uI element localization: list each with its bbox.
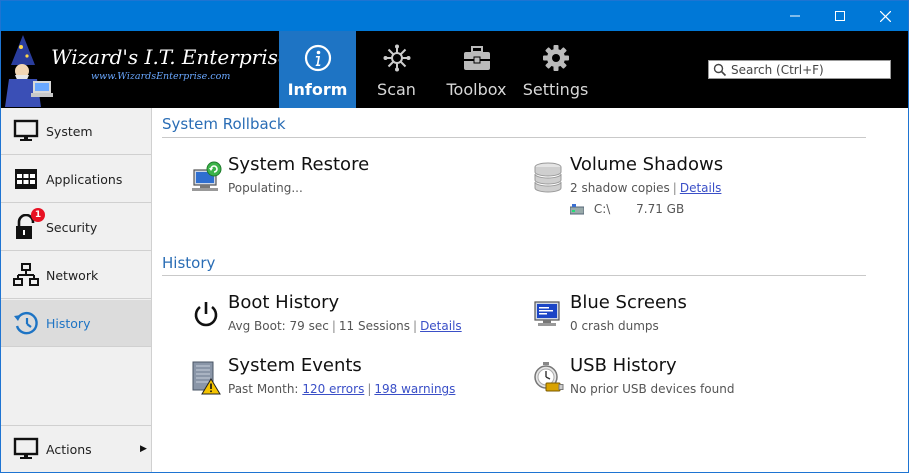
tab-label: Inform [287,80,348,99]
card-title: System Restore [228,154,370,175]
sidebar-item-label: Security [46,219,98,235]
shadow-copy-count: 2 shadow copies [570,181,670,195]
blue-screens-card: Blue Screens 0 crash dumps [532,292,862,338]
logo-url: www.WizardsEnterprise.com [91,71,231,82]
volume-shadows-card: Volume Shadows 2 shadow copies | Details C… [532,154,862,220]
system-restore-icon [192,161,222,191]
sidebar-item-history[interactable]: History [1,300,151,347]
tab-label: Scan [377,80,416,99]
drive-icon [569,204,585,215]
card-status: Avg Boot: 79 sec | 11 Sessions | Details [228,319,462,333]
search-icon [713,63,727,76]
system-events-card: System Events Past Month: 120 errors | 198… [190,355,520,401]
tab-settings[interactable]: Settings [517,31,594,108]
sidebar-item-label: Applications [46,171,123,187]
tab-label: Settings [522,80,589,99]
card-status: 2 shadow copies | Details [570,181,721,195]
card-status: Populating... [228,181,303,195]
main-content: System Rollback System Restore Populatin… [152,108,908,472]
blue-screen-monitor-icon [534,301,560,326]
toolbox-icon [463,46,490,70]
sidebar-item-label: Actions [46,441,92,457]
sidebar: System Applications 1 Security Network H… [1,108,152,472]
section-title: System Rollback [162,115,286,133]
virus-scan-icon [383,44,410,72]
sidebar-item-label: History [46,315,91,331]
close-icon [879,10,891,22]
sidebar-actions[interactable]: Actions ▶ [1,425,151,472]
usb-stopwatch-icon [534,362,564,392]
notification-badge: 1 [31,208,45,222]
card-title: Blue Screens [570,292,687,313]
sidebar-item-applications[interactable]: Applications [1,156,151,203]
sidebar-item-label: System [46,123,93,139]
chevron-right-icon: ▶ [140,444,147,454]
warnings-link[interactable]: 198 warnings [374,382,455,396]
history-icon [14,311,38,335]
title-bar [1,1,908,31]
search-box [708,60,891,79]
tab-scan[interactable]: Scan [358,31,435,108]
sidebar-item-system[interactable]: System [1,108,151,155]
drive-letter: C:\ [593,202,611,216]
section-divider [162,275,866,276]
disk-stack-icon [534,162,562,193]
event-log-warning-icon [192,361,221,395]
period-label: Past Month: [228,382,299,396]
separator: | [672,181,677,195]
boot-history-card: Boot History Avg Boot: 79 sec | 11 Session… [190,292,520,338]
card-title: USB History [570,355,677,376]
tab-label: Toolbox [446,80,507,99]
applications-icon [15,169,37,189]
card-status: 0 crash dumps [570,319,659,333]
system-restore-card: System Restore Populating... [190,154,520,200]
boot-history-details-link[interactable]: Details [420,319,462,333]
card-title: Boot History [228,292,340,313]
card-title: System Events [228,355,362,376]
separator: | [331,319,336,333]
info-icon [304,44,331,72]
drive-size: 7.71 GB [636,202,685,216]
search-input[interactable] [727,62,881,77]
power-icon [194,302,218,327]
monitor-icon [13,437,39,459]
drive-row: C:\ 7.71 GB [569,202,685,216]
network-icon [13,263,39,286]
usb-history-card: USB History No prior USB devices found [532,355,862,401]
errors-link[interactable]: 120 errors [302,382,364,396]
section-divider [162,137,866,138]
card-title: Volume Shadows [570,154,724,175]
logo-title: Wizard's I.T. Enterprise [51,45,290,69]
monitor-icon [13,119,39,141]
card-status: Past Month: 120 errors | 198 warnings [228,382,455,396]
avg-boot-time: Avg Boot: 79 sec [228,319,329,333]
brand-logo: Wizard's I.T. Enterprise www.WizardsEnte… [1,31,290,108]
wizard-logo-icon [5,35,53,107]
app-window: Wizard's I.T. Enterprise www.WizardsEnte… [0,0,909,473]
tab-inform[interactable]: Inform [279,31,356,108]
maximize-button[interactable] [817,1,863,31]
section-title: History [162,254,216,272]
minimize-icon [790,15,800,17]
close-button[interactable] [862,1,908,31]
app-header: Wizard's I.T. Enterprise www.WizardsEnte… [1,31,908,108]
minimize-button[interactable] [772,1,818,31]
sidebar-item-security[interactable]: 1 Security [1,204,151,251]
gear-icon [542,45,569,71]
separator: | [367,382,372,396]
sidebar-item-label: Network [46,267,99,283]
card-status: No prior USB devices found [570,382,735,396]
maximize-icon [835,11,845,21]
tab-toolbox[interactable]: Toolbox [438,31,515,108]
volume-shadows-details-link[interactable]: Details [680,181,722,195]
session-count: 11 Sessions [338,319,411,333]
sidebar-item-network[interactable]: Network [1,252,151,299]
separator: | [413,319,418,333]
